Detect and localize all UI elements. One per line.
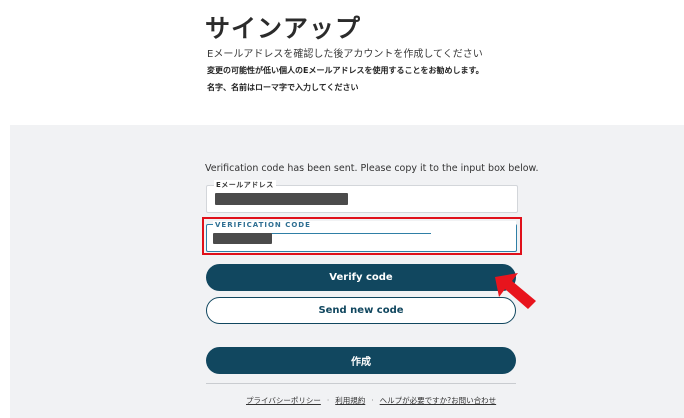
verification-code-field[interactable]: VERIFICATION CODE xyxy=(206,221,517,252)
privacy-policy-link[interactable]: プライバシーポリシー xyxy=(246,395,321,406)
footer-separator: · xyxy=(371,396,374,405)
page-title: サインアップ xyxy=(205,14,362,43)
email-field-label: Eメールアドレス xyxy=(214,180,276,190)
red-pointer-arrow-icon xyxy=(495,273,536,309)
redacted-email-value xyxy=(215,193,348,205)
redacted-code-value xyxy=(213,233,272,244)
email-field[interactable]: Eメールアドレス xyxy=(206,180,518,213)
footer-separator: · xyxy=(326,396,330,405)
verify-code-button[interactable]: Verify code xyxy=(206,264,516,291)
terms-link[interactable]: 利用規約 xyxy=(335,395,365,406)
footer-links: プライバシーポリシー · 利用規約 · ヘルプが必要ですか?お問い合わせ xyxy=(246,395,496,406)
recommendation-text: 変更の可能性が低い個人のEメールアドレスを使用することをお勧めします。 xyxy=(207,66,484,75)
instruction-text: Eメールアドレスを確認した後アカウントを作成してください xyxy=(207,49,483,60)
send-new-code-button[interactable]: Send new code xyxy=(206,297,516,324)
name-hint-text: 名字、名前はローマ字で入力してください xyxy=(207,83,359,92)
verification-notice: Verification code has been sent. Please … xyxy=(205,163,539,174)
help-contact-link[interactable]: ヘルプが必要ですか?お問い合わせ xyxy=(380,395,496,406)
create-button[interactable]: 作成 xyxy=(206,347,516,374)
footer-divider xyxy=(206,383,516,384)
